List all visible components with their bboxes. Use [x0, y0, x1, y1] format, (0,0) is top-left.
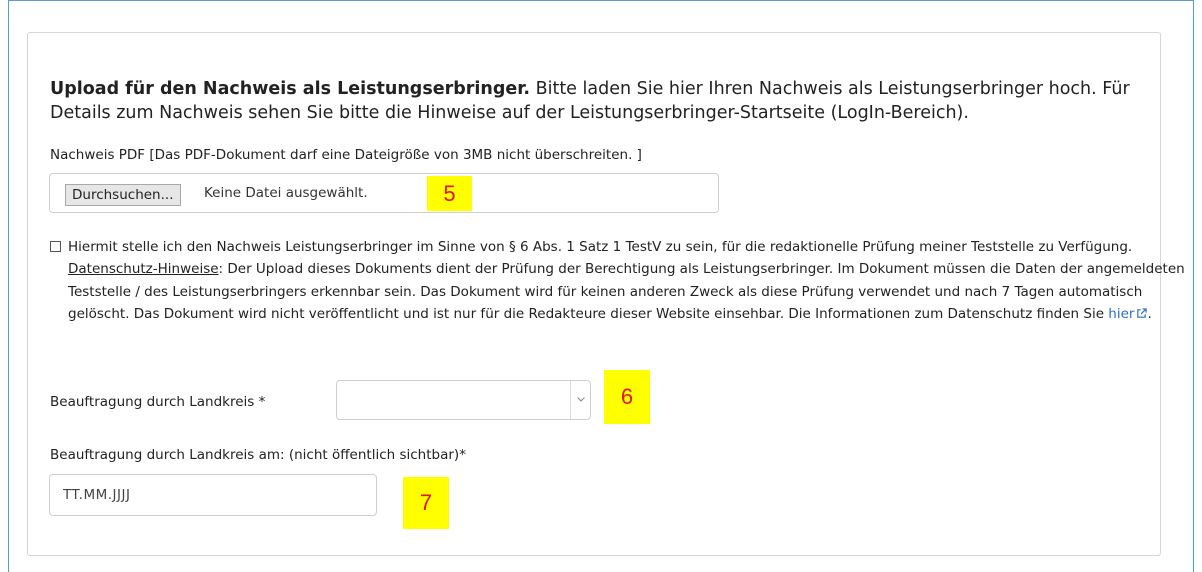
upload-label: Nachweis PDF [Das PDF-Dokument darf eine… [50, 147, 642, 163]
consent-checkbox[interactable] [50, 241, 61, 252]
consent-end: . [1147, 306, 1152, 323]
file-upload-field[interactable]: Durchsuchen... Keine Datei ausgewählt. [49, 173, 719, 213]
browse-button[interactable]: Durchsuchen... [65, 184, 181, 206]
intro-text: Upload für den Nachweis als Leistungserb… [50, 77, 1170, 125]
consent-text-part1: Hiermit stelle ich den Nachweis Leistung… [68, 239, 1133, 255]
external-link-icon [1137, 308, 1148, 318]
date-label: Beauftragung durch Landkreis am: (nicht … [50, 447, 466, 463]
chevron-down-icon [577, 397, 585, 402]
consent-text: Hiermit stelle ich den Nachweis Leistung… [68, 236, 1186, 326]
consent-block: Hiermit stelle ich den Nachweis Leistung… [50, 236, 1186, 326]
privacy-here-link[interactable]: hier [1108, 306, 1148, 323]
here-link-label: hier [1108, 306, 1135, 323]
district-label: Beauftragung durch Landkreis * [50, 394, 266, 410]
date-input[interactable] [49, 474, 377, 516]
annotation-badge-7: 7 [403, 477, 449, 529]
intro-heading: Upload für den Nachweis als Leistungserb… [50, 79, 531, 99]
annotation-badge-5: 5 [427, 176, 472, 211]
consent-text-part2: : Der Upload dieses Dokuments dient der … [68, 261, 1185, 323]
privacy-notice-link[interactable]: Datenschutz-Hinweise [68, 261, 219, 277]
annotation-badge-6: 6 [604, 370, 650, 424]
select-arrow[interactable] [570, 381, 590, 419]
district-select[interactable] [336, 380, 591, 420]
file-status-text: Keine Datei ausgewählt. [204, 185, 368, 201]
